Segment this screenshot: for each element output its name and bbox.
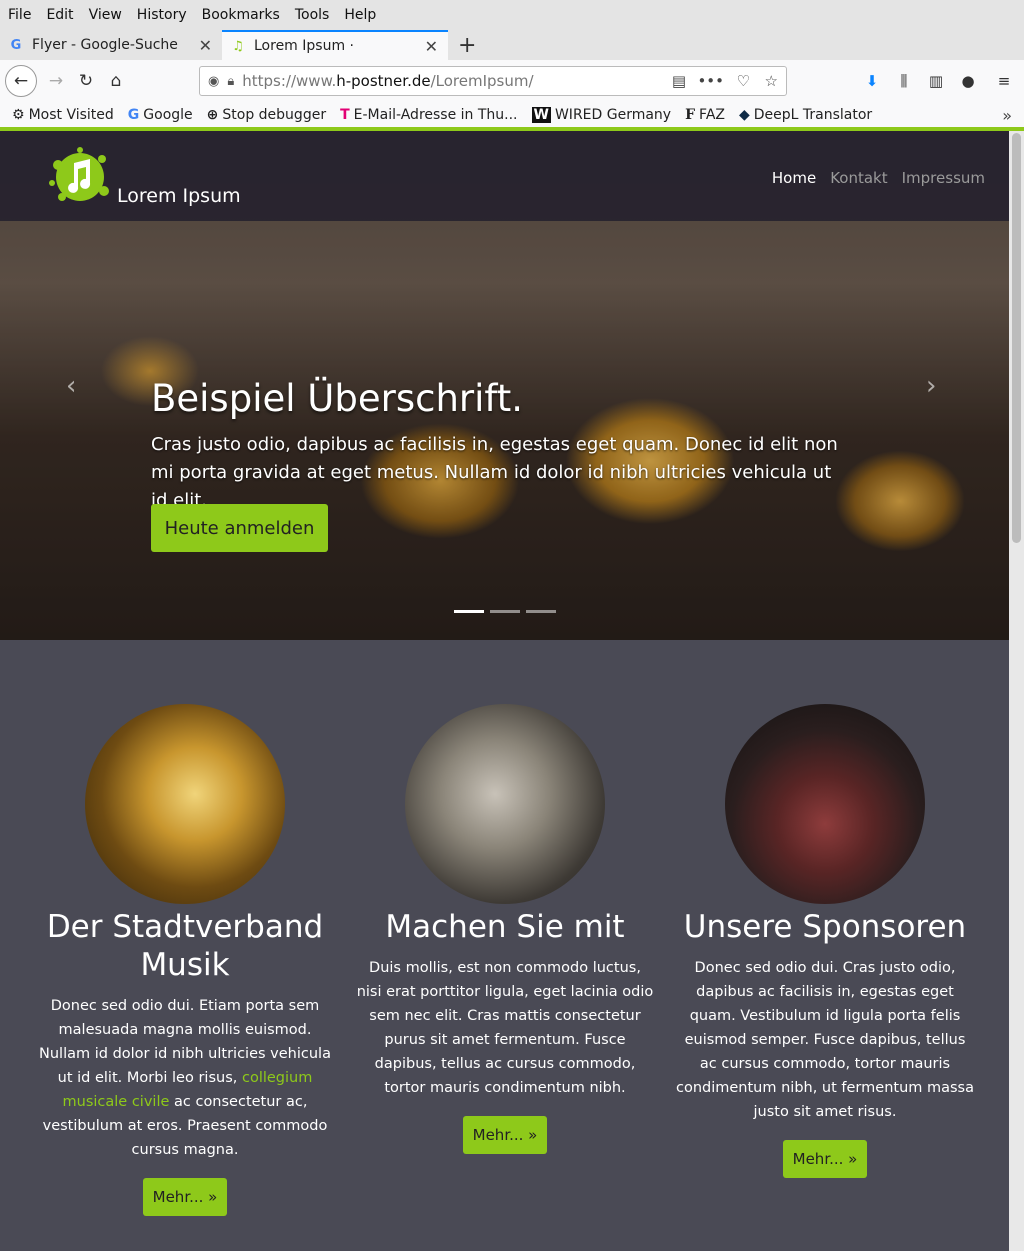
chevron-right-icon[interactable]: » [1002,106,1012,125]
reload-button[interactable]: ↻ [71,66,101,96]
more-button[interactable]: Mehr... » [783,1140,867,1178]
column-title: Machen Sie mit [385,909,625,945]
column-text: Donec sed odio dui. Etiam porta sem male… [39,998,331,1158]
column-title: Der Stadtverband Musik [46,909,324,983]
account-icon[interactable]: ● [952,72,984,90]
menu-help[interactable]: Help [344,7,376,23]
carousel-indicator[interactable] [490,610,520,613]
bookmark-label: DeepL Translator [753,107,873,123]
home-button[interactable]: ⌂ [101,66,131,96]
menu-edit[interactable]: Edit [46,7,73,23]
tab-google[interactable]: G Flyer - Google-Suche ✕ [0,30,222,60]
carousel-indicator[interactable] [454,610,484,613]
hero-carousel: Lorem Ipsum Home Kontakt Impressum ‹ › B… [0,131,1009,640]
column-sponsoren: Unsere Sponsoren Donec sed odio dui. Cra… [675,704,975,1178]
deepl-icon: ◆ [738,107,750,123]
gear-icon: ⚙ [12,107,25,123]
close-tab-icon[interactable]: ✕ [199,36,212,55]
web-page: Lorem Ipsum Home Kontakt Impressum ‹ › B… [0,131,1009,1251]
site-nav: Home Kontakt Impressum [758,169,985,187]
carousel-prev-icon[interactable]: ‹ [66,371,76,401]
tab-title: Flyer - Google-Suche [32,37,178,53]
tab-bar: G Flyer - Google-Suche ✕ ♫ Lorem Ipsum ·… [0,30,1024,60]
new-tab-button[interactable]: + [458,30,476,60]
bookmark-wired[interactable]: W WIRED Germany [531,107,672,123]
bookmark-stop-debugger[interactable]: ⊕ Stop debugger [207,107,326,123]
carousel-indicators [454,610,562,613]
carousel-indicator[interactable] [526,610,556,613]
site-navbar: Lorem Ipsum Home Kontakt Impressum [0,131,1009,221]
more-button[interactable]: Mehr... » [143,1178,227,1216]
column-title: Unsere Sponsoren [683,909,967,945]
bookmark-most-visited[interactable]: ⚙ Most Visited [12,107,114,123]
carousel-next-icon[interactable]: › [926,371,936,401]
sidebar-icon[interactable]: ▥ [920,72,952,90]
hero-text: Cras justo odio, dapibus ac facilisis in… [151,434,838,511]
lock-icon[interactable]: 🔒︎ [227,74,234,89]
tab-title: Lorem Ipsum · [254,38,354,54]
menu-view[interactable]: View [89,7,122,23]
column-text: Duis mollis, est non commodo luctus, nis… [356,960,654,1096]
site-brand[interactable]: Lorem Ipsum [117,185,241,207]
shield-icon[interactable]: ◉ [208,74,219,89]
more-button[interactable]: Mehr... » [463,1116,547,1154]
nav-bar: ← → ↻ ⌂ ◉ 🔒︎ https://www.h-postner.de/Lo… [0,60,1024,102]
tab-lorem-ipsum[interactable]: ♫ Lorem Ipsum · ✕ [222,30,448,60]
bookmark-label: Google [143,107,193,123]
scrollbar[interactable] [1009,131,1024,1251]
bookmark-label: E-Mail-Adresse in Thu... [353,107,518,123]
menu-bar: File Edit View History Bookmarks Tools H… [0,0,1024,30]
bookmark-label: Stop debugger [222,107,327,123]
menu-file[interactable]: File [8,7,31,23]
nav-home[interactable]: Home [772,169,816,187]
column-machen-sie-mit: Machen Sie mit Duis mollis, est non comm… [355,704,655,1154]
bookmark-label: FAZ [699,107,725,123]
close-tab-icon[interactable]: ✕ [425,37,438,56]
tuba-image [85,704,285,904]
bookmark-label: WIRED Germany [554,107,672,123]
nav-kontakt[interactable]: Kontakt [830,169,887,187]
wired-icon: W [531,107,551,123]
column-stadtverband: Der Stadtverband Musik Donec sed odio du… [35,704,335,1216]
music-icon: ♫ [232,38,244,54]
telekom-icon: T [340,107,350,123]
menu-tools[interactable]: Tools [295,7,330,23]
bookmark-email[interactable]: T E-Mail-Adresse in Thu... [340,107,517,123]
signup-button[interactable]: Heute anmelden [151,504,328,552]
bookmarks-toolbar: ⚙ Most Visited G Google ⊕ Stop debugger T E-… [0,102,1024,128]
faz-icon: F [685,107,696,123]
scrollbar-thumb[interactable] [1012,133,1021,543]
bookmark-faz[interactable]: F FAZ [685,107,725,123]
bookmark-google[interactable]: G Google [128,107,193,123]
forward-button[interactable]: → [41,66,71,96]
globe-icon: ⊕ [206,107,219,123]
bookmark-deepl[interactable]: ◆ DeepL Translator [739,107,872,123]
back-button[interactable]: ← [5,65,37,97]
url-bar[interactable]: ◉ 🔒︎ https://www.h-postner.de/LoremIpsum… [199,66,787,96]
children-image [405,704,605,904]
bookmark-star-icon[interactable]: ☆ [765,72,778,90]
bookmark-label: Most Visited [28,107,114,123]
library-icon[interactable]: ⫼ [888,72,920,90]
column-text: Donec sed odio dui. Cras justo odio, dap… [675,960,974,1120]
hero-title: Beispiel Überschrift. [151,377,524,420]
google-icon: G [10,37,22,53]
toolbar-right: ⬇ ⫼ ▥ ● ≡ [856,60,1024,102]
hamburger-menu-icon[interactable]: ≡ [984,72,1024,90]
nav-impressum[interactable]: Impressum [902,169,985,187]
reader-view-icon[interactable]: ▤ [672,72,686,90]
drums-image [725,704,925,904]
google-icon: G [127,107,140,123]
splash-music-logo[interactable] [48,145,112,209]
pocket-icon[interactable]: ♡ [737,72,750,90]
more-actions-icon[interactable]: ••• [697,72,724,90]
menu-bookmarks[interactable]: Bookmarks [202,7,280,23]
download-icon[interactable]: ⬇ [856,72,888,90]
url-text: https://www.h-postner.de/LoremIpsum/ [242,72,534,90]
menu-history[interactable]: History [137,7,187,23]
